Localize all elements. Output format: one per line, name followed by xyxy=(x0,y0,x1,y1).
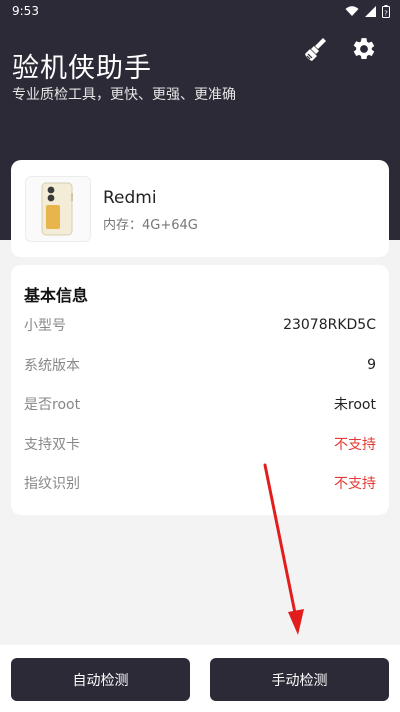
info-value: 23078RKD5C xyxy=(283,317,376,333)
auto-detect-button[interactable]: 自动检测 xyxy=(11,658,190,701)
app-subtitle: 专业质检工具，更快、更强、更准确 xyxy=(12,87,236,103)
info-value: 9 xyxy=(367,357,376,373)
section-title: 基本信息 xyxy=(24,286,89,305)
info-label: 指纹识别 xyxy=(24,476,80,492)
basic-info-card: 基本信息 小型号 23078RKD5C 系统版本 9 是否root 未root … xyxy=(11,265,389,515)
info-label: 支持双卡 xyxy=(24,437,80,453)
info-row-os-version: 系统版本 9 xyxy=(24,353,376,377)
device-card: Redmi 内存：4G+64G xyxy=(11,160,389,257)
info-label: 是否root xyxy=(24,397,81,413)
info-label: 小型号 xyxy=(24,318,66,334)
phone-icon xyxy=(41,182,73,236)
device-name: Redmi xyxy=(103,188,157,208)
wifi-icon xyxy=(345,5,359,16)
broom-icon xyxy=(305,38,326,61)
bottom-action-bar: 自动检测 手动检测 xyxy=(0,645,400,712)
battery-icon: ? xyxy=(382,4,390,18)
gear-icon xyxy=(353,38,375,60)
status-icons: ? xyxy=(345,4,390,18)
info-value: 不支持 xyxy=(334,476,376,492)
device-image xyxy=(25,176,91,242)
app-title: 验机侠助手 xyxy=(12,53,152,84)
clean-button[interactable] xyxy=(301,34,331,64)
info-row-fingerprint: 指纹识别 不支持 xyxy=(24,471,376,495)
signal-icon xyxy=(365,5,376,17)
info-value: 未root xyxy=(333,397,376,413)
status-time: 9:53 xyxy=(12,4,39,18)
info-label: 系统版本 xyxy=(24,358,80,374)
device-memory: 内存：4G+64G xyxy=(103,218,198,233)
manual-detect-button[interactable]: 手动检测 xyxy=(210,658,389,701)
info-value: 不支持 xyxy=(334,437,376,453)
info-row-model: 小型号 23078RKD5C xyxy=(24,313,376,337)
settings-button[interactable] xyxy=(349,34,379,64)
status-bar: 9:53 ? xyxy=(0,0,400,22)
svg-text:?: ? xyxy=(384,9,388,17)
info-row-root: 是否root 未root xyxy=(24,392,376,416)
info-row-dual-sim: 支持双卡 不支持 xyxy=(24,432,376,456)
